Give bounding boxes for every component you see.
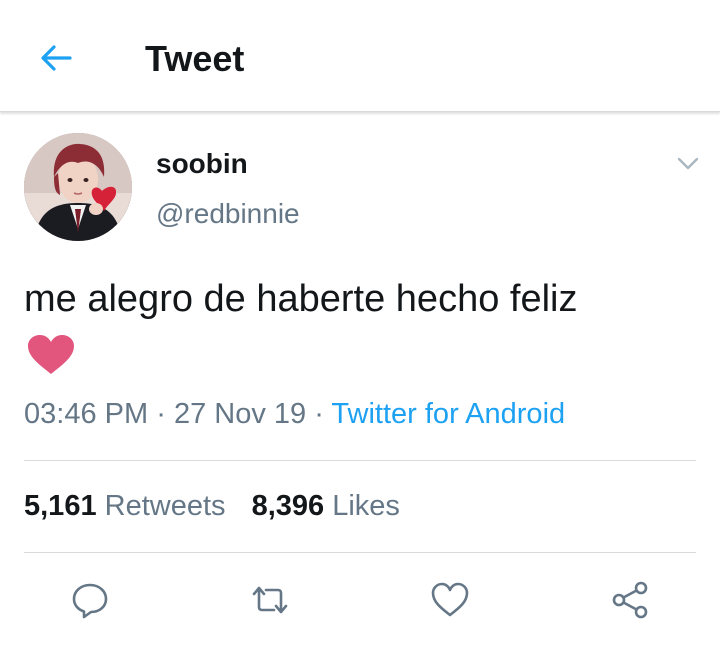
tweet-time: 03:46 PM xyxy=(24,398,149,430)
avatar[interactable] xyxy=(24,133,132,241)
tweet-stats: 5,161 Retweets 8,396 Likes xyxy=(24,490,400,523)
likes-label: Likes xyxy=(332,490,400,522)
retweets-count: 5,161 xyxy=(24,490,97,522)
divider xyxy=(24,552,696,553)
meta-separator: · xyxy=(156,398,166,430)
reply-icon xyxy=(72,583,108,619)
user-handle[interactable]: @redbinnie xyxy=(156,198,300,230)
back-button[interactable] xyxy=(36,38,76,78)
profile-photo xyxy=(24,133,132,241)
share-icon xyxy=(612,581,648,619)
like-button[interactable] xyxy=(430,580,470,620)
tweet-source-link[interactable]: Twitter for Android xyxy=(331,398,565,430)
heart-emoji-icon xyxy=(26,334,76,376)
likes-stat[interactable]: 8,396 Likes xyxy=(252,490,400,523)
page-title: Tweet xyxy=(145,38,245,79)
tweet-text: me alegro de haberte hecho feliz xyxy=(24,278,578,320)
like-icon xyxy=(431,582,469,617)
retweet-button[interactable] xyxy=(250,580,290,620)
arrow-left-icon xyxy=(41,45,72,71)
likes-count: 8,396 xyxy=(251,490,325,522)
chevron-down-icon xyxy=(677,157,699,170)
more-options-button[interactable] xyxy=(672,148,704,180)
meta-separator: · xyxy=(314,398,324,430)
share-button[interactable] xyxy=(610,580,650,620)
display-name[interactable]: soobin xyxy=(156,148,248,180)
retweets-label: Retweets xyxy=(104,490,226,522)
reply-button[interactable] xyxy=(70,580,110,620)
retweets-stat[interactable]: 5,161 Retweets xyxy=(24,490,226,523)
tweet-meta: 03:46 PM · 27 Nov 19 · Twitter for Andro… xyxy=(24,398,565,431)
tweet-date: 27 Nov 19 xyxy=(173,398,307,430)
top-app-bar: Tweet xyxy=(0,0,720,112)
divider xyxy=(24,460,696,461)
retweet-icon xyxy=(252,586,288,614)
